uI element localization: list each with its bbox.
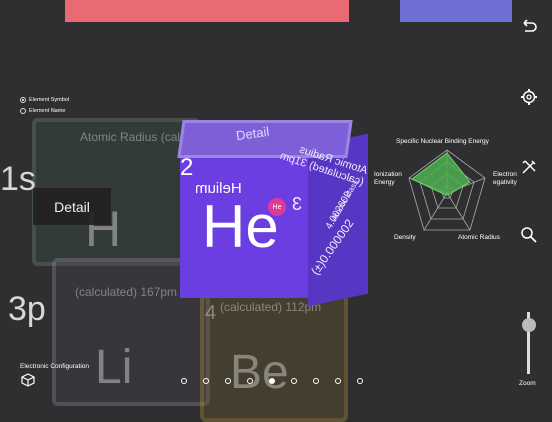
radio-unselected-icon — [20, 107, 26, 114]
category-bar-right — [400, 0, 512, 22]
page-dot[interactable] — [313, 378, 319, 384]
radio-selected-icon — [20, 96, 26, 103]
ghost-number-be: 4 — [205, 302, 217, 324]
page-dot[interactable] — [225, 378, 231, 384]
gear-icon[interactable] — [520, 88, 538, 106]
ghost-text-be: (calculated) 112pm — [220, 300, 322, 314]
element-symbol: He — [202, 193, 279, 260]
ghost-text-li: (calculated) 167pm — [75, 285, 178, 299]
tools-icon[interactable] — [520, 158, 538, 176]
display-mode-options: Element Symbol Element Name — [20, 94, 69, 116]
page-indicator[interactable] — [181, 378, 363, 384]
page-dot[interactable] — [203, 378, 209, 384]
page-dot[interactable] — [357, 378, 363, 384]
property-radar-chart: Specific Nuclear Binding Energy Ionizati… — [370, 135, 517, 250]
ghost-symbol-be: Be — [230, 346, 289, 399]
side-number: 3 — [292, 194, 303, 214]
page-dot[interactable] — [335, 378, 341, 384]
shell-label-1s: 1s — [0, 160, 36, 198]
category-bar-left — [65, 0, 349, 22]
shell-label-3p: 3p — [8, 290, 46, 328]
cube-rotate-icon[interactable] — [20, 373, 36, 392]
zoom-slider-handle[interactable] — [522, 318, 536, 332]
option-element-name[interactable]: Element Name — [20, 105, 69, 116]
radar-svg — [408, 149, 486, 231]
page-dot[interactable] — [269, 378, 275, 384]
electronic-configuration-label: Electronic Configuration — [20, 363, 90, 370]
symbol-badge: He — [268, 198, 286, 216]
option-label: Element Symbol — [29, 96, 70, 103]
atomic-number: 2 — [180, 154, 194, 181]
search-icon[interactable] — [520, 226, 538, 244]
page-dot[interactable] — [181, 378, 187, 384]
zoom-label: Zoom — [519, 380, 536, 387]
radar-data-area — [411, 152, 471, 196]
option-label: Element Name — [29, 107, 66, 114]
back-icon[interactable] — [520, 18, 538, 36]
detail-button[interactable]: Detail — [33, 188, 111, 225]
page-dot[interactable] — [247, 378, 253, 384]
ghost-symbol-li: Li — [95, 341, 133, 394]
option-element-symbol[interactable]: Element Symbol — [20, 94, 69, 105]
page-dot[interactable] — [291, 378, 297, 384]
